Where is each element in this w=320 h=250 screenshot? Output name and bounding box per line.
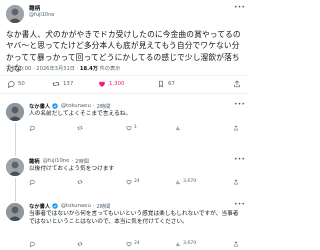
avatar[interactable]	[6, 158, 24, 176]
like-button[interactable]: 24	[126, 240, 140, 247]
author-handle[interactable]: @fuji10ne	[29, 12, 54, 18]
like-count: 24	[134, 179, 140, 184]
views-count: 3,670	[183, 241, 197, 246]
reply-header: なか書人 @tokunaeu · 2時間	[29, 202, 110, 210]
share-button[interactable]	[233, 240, 241, 247]
retweet-button[interactable]	[77, 240, 85, 247]
reply-button[interactable]: 50	[7, 79, 25, 89]
views-count: 3,670	[183, 179, 197, 184]
heart-icon	[126, 241, 132, 246]
avatar[interactable]	[6, 5, 24, 23]
reply-time-sep: ·	[71, 158, 74, 164]
reply-header: 雛柄 @fuji10ne · 2時間	[29, 157, 89, 165]
views-button[interactable]: 3,670	[175, 240, 196, 247]
views-icon	[175, 126, 181, 130]
reply-button[interactable]	[29, 240, 37, 247]
retweet-button[interactable]	[77, 124, 85, 131]
tweet-time[interactable]: 午前10:00	[6, 66, 31, 72]
share-icon	[233, 178, 239, 184]
reply-handle[interactable]: @tokunaeu	[61, 203, 91, 209]
retweet-count: 137	[63, 81, 74, 87]
share-icon	[234, 80, 240, 88]
retweet-icon	[52, 82, 60, 86]
retweet-icon	[77, 242, 83, 245]
more-icon[interactable]: •••	[234, 202, 245, 208]
action-bar: 50 137 1,300 67	[0, 79, 248, 89]
like-count: 24	[134, 241, 140, 246]
like-button[interactable]: 24	[126, 178, 140, 185]
share-icon	[233, 124, 239, 130]
reply-button[interactable]	[29, 178, 37, 185]
reply-header: なか書人 @tokunaeu · 2時間	[29, 102, 110, 110]
verified-icon	[51, 203, 58, 209]
views-label: 件の表示	[99, 66, 121, 72]
share-button[interactable]	[233, 79, 244, 89]
bookmark-count: 67	[168, 81, 175, 87]
views-count: 18.4万	[79, 66, 98, 72]
share-button[interactable]	[233, 178, 241, 185]
reply-handle[interactable]: @tokunaeu	[61, 103, 91, 109]
tweet-thread: { "main_tweet": { "author_name": "雛柄", "…	[0, 0, 248, 250]
reply-icon	[29, 179, 35, 185]
like-count: 1	[134, 125, 137, 130]
reply-action-bar: 24 3,670	[29, 240, 243, 247]
heart-icon	[126, 179, 132, 184]
tweet-meta: 午前10:00 · 2026年3月31日 · 18.4万 件の表示	[6, 66, 121, 72]
reply-time-sep: ·	[92, 103, 95, 109]
share-icon	[233, 240, 239, 246]
heart-icon	[126, 125, 132, 130]
thread-line	[14, 178, 16, 202]
bookmark-button[interactable]: 67	[157, 79, 175, 89]
heart-icon	[99, 81, 105, 87]
reply-action-bar: 24 3,670	[29, 178, 243, 185]
divider	[0, 93, 248, 94]
verified-icon	[51, 103, 58, 109]
reply-time-sep: ·	[92, 203, 95, 209]
more-icon[interactable]: •••	[234, 5, 245, 11]
retweet-button[interactable]: 137	[52, 79, 73, 89]
like-count: 1,300	[109, 81, 125, 87]
reply-icon	[29, 241, 35, 247]
reply-author-name[interactable]: 雛柄	[29, 157, 40, 165]
views-button[interactable]: 3,670	[175, 178, 196, 185]
reply-icon	[29, 125, 35, 131]
thread-line	[14, 123, 16, 156]
reply-author-name[interactable]: なか書人	[29, 202, 50, 210]
like-button[interactable]: 1,300	[98, 79, 124, 89]
tweet-date[interactable]: 2026年3月31日	[36, 66, 75, 72]
views-icon	[175, 242, 181, 246]
reply-handle[interactable]: @fuji10ne	[43, 158, 70, 164]
like-button[interactable]: 1	[126, 124, 137, 131]
reply-button[interactable]	[29, 124, 37, 131]
divider	[0, 75, 248, 76]
avatar[interactable]	[6, 203, 24, 221]
reply-time[interactable]: 2時間	[97, 202, 111, 210]
bookmark-icon	[159, 80, 163, 88]
retweet-icon	[77, 126, 83, 129]
avatar[interactable]	[6, 103, 24, 121]
author-name[interactable]: 雛柄	[29, 4, 40, 12]
views-button[interactable]	[175, 124, 183, 131]
reply-time[interactable]: 2時間	[75, 157, 89, 165]
reply-count: 50	[18, 81, 25, 87]
reply-text: 人の名前だしてよくそこまで言えるね。	[29, 111, 132, 117]
more-icon[interactable]: •••	[234, 102, 245, 108]
reply-time[interactable]: 2時間	[97, 102, 111, 110]
reply-text: 当事者ではないから何を言ってもいいという感覚は楽しもしれないですが、当事者ではな…	[29, 211, 239, 226]
reply-text: 以後付けておくよう気をつけます	[29, 166, 115, 172]
more-icon[interactable]: •••	[234, 157, 245, 163]
views-icon	[175, 180, 181, 184]
reply-author-name[interactable]: なか書人	[29, 102, 50, 110]
retweet-button[interactable]	[77, 178, 85, 185]
share-button[interactable]	[233, 124, 241, 131]
reply-icon	[8, 81, 15, 88]
retweet-icon	[77, 180, 83, 183]
reply-action-bar: 1	[29, 124, 243, 131]
